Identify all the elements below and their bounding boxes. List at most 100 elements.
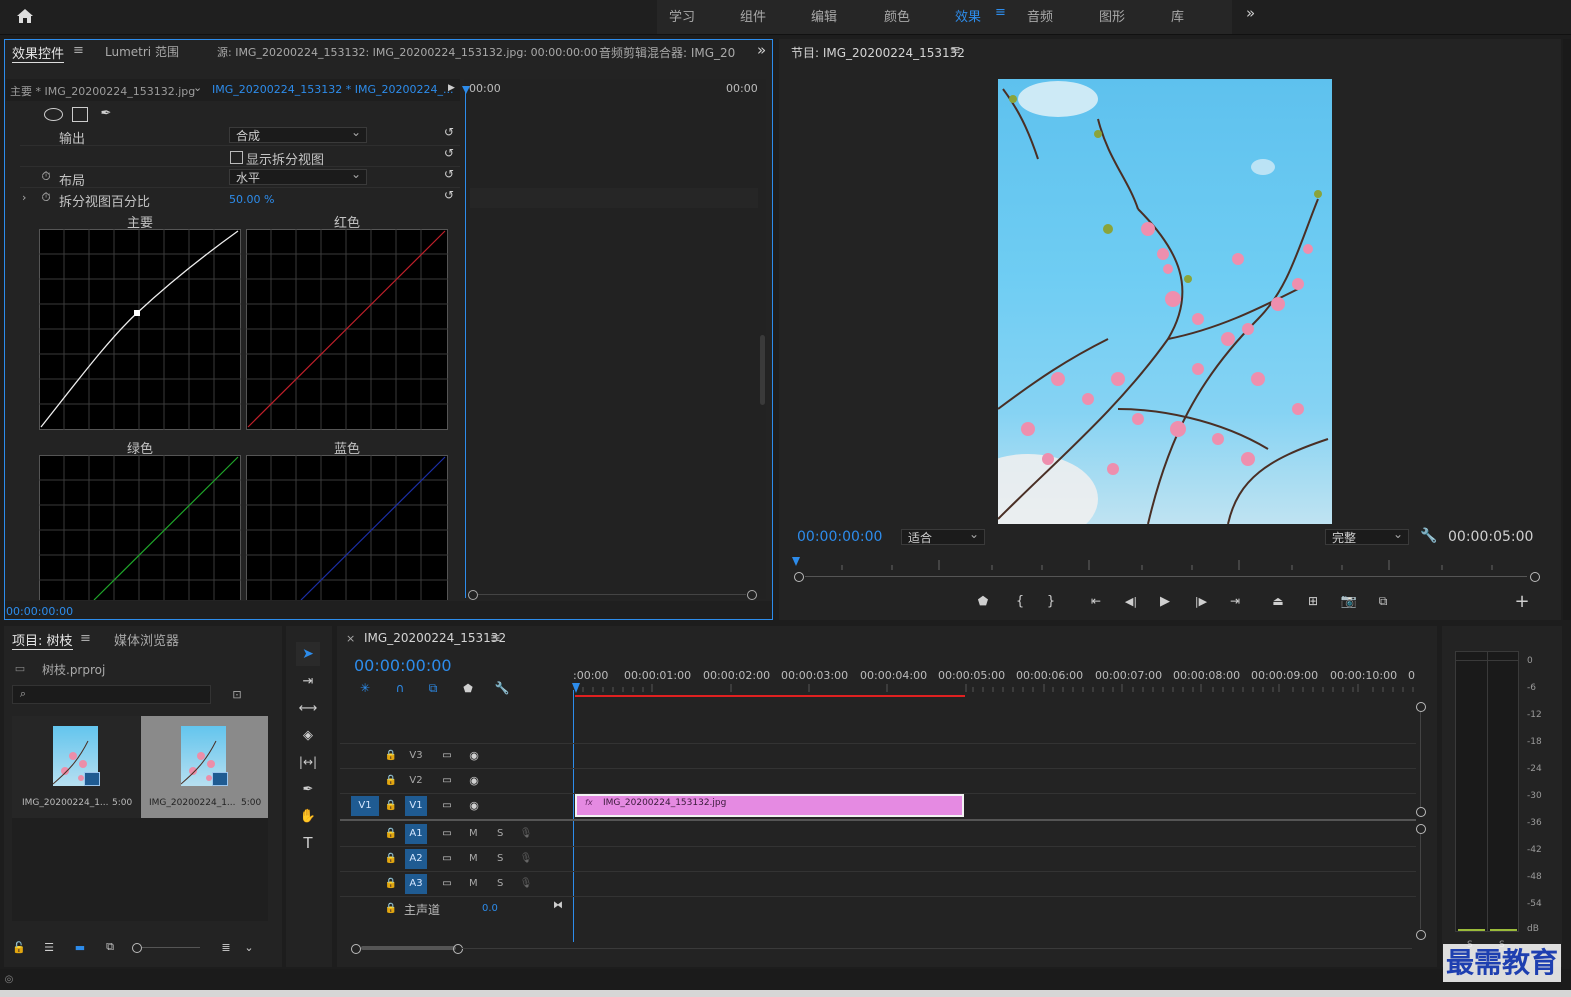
tab-media-browser[interactable]: 媒体浏览器 (114, 630, 179, 649)
panel-menu-icon[interactable]: ≡ (490, 631, 501, 646)
tab-libraries[interactable]: 库 (1171, 6, 1184, 25)
lock-icon[interactable]: 🔒 (385, 876, 397, 890)
reset-icon[interactable]: ↺ (442, 167, 456, 181)
project-item-1[interactable]: IMG_20200224_1... 5:00 (12, 716, 140, 818)
panel-menu-icon[interactable]: ≡ (73, 43, 84, 58)
v-scroll-mid-handle[interactable] (1416, 807, 1426, 817)
h-scroll-track[interactable] (462, 948, 1412, 949)
microphone-icon[interactable]: 🎙 (520, 876, 533, 890)
lock-icon[interactable]: 🔒 (385, 901, 397, 915)
reset-icon[interactable]: ↺ (442, 146, 456, 160)
video-v-scrollbar[interactable] (1420, 712, 1421, 807)
eye-icon[interactable]: ◉ (466, 748, 482, 762)
video-clip[interactable]: fx IMG_20200224_153132.jpg (575, 794, 964, 817)
linked-selection-icon[interactable]: ⧉ (424, 679, 442, 697)
master-curve-graph[interactable] (39, 229, 241, 430)
zoom-slider[interactable] (142, 947, 200, 948)
mute-button[interactable]: M (469, 878, 478, 889)
wrench-icon[interactable]: 🔧 (1420, 527, 1438, 545)
track-label-v2[interactable]: V2 (405, 771, 427, 791)
lift-icon[interactable]: ⏏ (1268, 592, 1288, 610)
tab-project[interactable]: 项目: 树枝 (12, 630, 73, 650)
split-view-checkbox[interactable] (230, 151, 243, 164)
razor-tool-icon[interactable]: ◈ (296, 724, 320, 746)
new-bin-icon[interactable]: ⊡ (229, 687, 245, 701)
add-marker-icon[interactable]: ⬟ (974, 592, 992, 610)
project-item-2[interactable]: IMG_20200224_1... 5:00 (141, 716, 268, 818)
lock-icon[interactable]: 🔒 (385, 798, 397, 812)
track-label-a2[interactable]: A2 (405, 849, 427, 869)
layout-dropdown[interactable]: 水平 (229, 166, 367, 185)
audio-v-scrollbar[interactable] (1420, 834, 1421, 929)
output-dropdown[interactable]: 合成 (229, 124, 367, 143)
pen-mask-icon[interactable]: ✒ (98, 105, 114, 121)
ec-zoom-left-handle[interactable] (468, 590, 478, 600)
v-scroll-top-handle[interactable] (1416, 702, 1426, 712)
track-label-a3[interactable]: A3 (405, 874, 427, 894)
go-to-end-icon[interactable]: ⧓ (551, 898, 565, 912)
pen-tool-icon[interactable]: ✒ (296, 778, 320, 800)
reset-icon[interactable]: ↺ (442, 188, 456, 202)
lock-icon[interactable]: 🔓 (12, 940, 26, 954)
list-view-icon[interactable]: ☰ (40, 940, 58, 954)
reset-icon[interactable]: ↺ (442, 125, 456, 139)
timeline-playhead[interactable] (573, 690, 574, 942)
go-to-out-icon[interactable]: ⇥ (1226, 592, 1244, 610)
zoom-slider-handle[interactable] (132, 943, 142, 953)
microphone-icon[interactable]: 🎙 (520, 851, 533, 865)
program-zoom-left[interactable] (794, 572, 804, 582)
mark-in-icon[interactable]: { (1012, 592, 1028, 610)
tab-audio-clip-mixer[interactable]: 音频剪辑混合器: IMG_20 (599, 44, 736, 61)
play-icon[interactable]: ▶ (1156, 592, 1174, 610)
track-label-a1[interactable]: A1 (405, 824, 427, 844)
tab-effect-controls[interactable]: 效果控件 (12, 43, 65, 63)
stopwatch-icon[interactable]: ⏱ (39, 169, 53, 183)
a-scroll-top-handle[interactable] (1416, 824, 1426, 834)
slip-tool-icon[interactable]: |↔| (296, 751, 320, 773)
menu-icon[interactable]: ≡ (995, 5, 1006, 20)
tab-assembly[interactable]: 组件 (740, 6, 766, 25)
red-curve-graph[interactable] (246, 229, 448, 430)
h-scroll-right-handle[interactable] (453, 944, 463, 954)
eye-icon[interactable]: ◉ (466, 773, 482, 787)
sequence-tab[interactable]: IMG_20200224_153132 (364, 631, 506, 645)
eye-icon[interactable]: ◉ (466, 798, 482, 812)
program-zoom-right[interactable] (1530, 572, 1540, 582)
close-icon[interactable]: × (346, 632, 355, 645)
ec-zoom-bar[interactable] (478, 594, 746, 595)
tab-lumetri-scopes[interactable]: Lumetri 范围 (105, 43, 179, 60)
ec-zoom-right-handle[interactable] (747, 590, 757, 600)
track-label-v1[interactable]: V1 (405, 796, 427, 816)
sync-lock-icon[interactable]: ▭ (440, 798, 454, 812)
h-scrollbar-thumb[interactable] (361, 946, 456, 950)
chevron-down-icon[interactable]: ⌄ (242, 940, 256, 954)
program-zoom-bar[interactable] (805, 576, 1527, 577)
green-curve-graph[interactable] (39, 455, 241, 600)
compare-view-icon[interactable]: ⧉ (1373, 592, 1393, 610)
add-marker-icon[interactable]: ⬟ (459, 679, 477, 697)
chevron-down-icon[interactable]: ⌄ (193, 81, 202, 94)
step-back-icon[interactable]: ◀| (1122, 592, 1140, 610)
blue-curve-graph[interactable] (246, 455, 448, 600)
tab-learn[interactable]: 学习 (669, 6, 695, 25)
more-panels-icon[interactable]: » (757, 41, 766, 59)
tab-editing[interactable]: 编辑 (811, 6, 837, 25)
more-tabs-icon[interactable]: » (1246, 4, 1255, 22)
sequence-clip-label[interactable]: IMG_20200224_153132 * IMG_20200224_... (212, 83, 453, 96)
ec-footer-timecode[interactable]: 00:00:00:00 (6, 605, 73, 618)
solo-button[interactable]: S (497, 853, 503, 864)
timeline-timecode[interactable]: 00:00:00:00 (354, 656, 452, 675)
lock-icon[interactable]: 🔒 (385, 748, 397, 762)
program-timecode[interactable]: 00:00:00:00 (797, 529, 882, 545)
source-patch-v1[interactable]: V1 (351, 796, 379, 816)
home-icon[interactable] (14, 6, 36, 26)
mark-out-icon[interactable]: } (1043, 592, 1059, 610)
icon-view-icon[interactable]: ▬ (71, 940, 89, 954)
microphone-icon[interactable]: 🎙 (520, 826, 533, 840)
mute-button[interactable]: M (469, 853, 478, 864)
ripple-edit-tool-icon[interactable]: ⟷ (296, 697, 320, 719)
extract-icon[interactable]: ⊞ (1303, 592, 1323, 610)
split-percent-value[interactable]: 50.00 % (229, 193, 274, 206)
lock-icon[interactable]: 🔒 (385, 851, 397, 865)
expand-chevron-icon[interactable]: › (22, 191, 26, 204)
